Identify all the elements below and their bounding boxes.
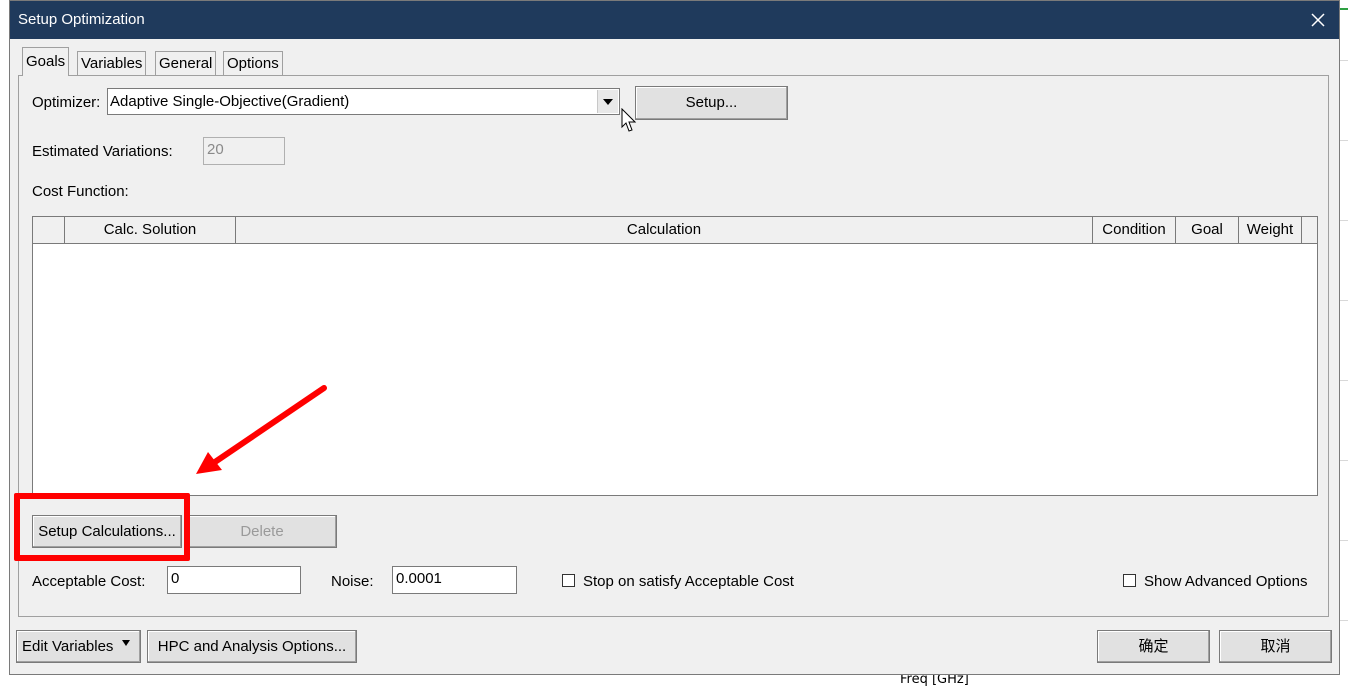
ok-button[interactable]: 确定	[1097, 630, 1210, 663]
background-gridline	[1340, 140, 1348, 141]
cost-function-table[interactable]: Calc. Solution Calculation Condition Goa…	[32, 216, 1318, 496]
acceptable-cost-label: Acceptable Cost:	[32, 573, 146, 590]
cost-function-label: Cost Function:	[32, 183, 129, 200]
estimated-variations-label: Estimated Variations:	[32, 143, 173, 160]
column-header-weight[interactable]: Weight	[1239, 217, 1302, 243]
column-header-condition[interactable]: Condition	[1093, 217, 1176, 243]
hpc-analysis-options-button[interactable]: HPC and Analysis Options...	[147, 630, 357, 663]
setup-optimization-dialog: Setup Optimization Goals Variables Gener…	[9, 0, 1340, 675]
background-gridline	[1340, 380, 1348, 381]
stop-on-satisfy-label[interactable]: Stop on satisfy Acceptable Cost	[583, 573, 794, 590]
chevron-down-icon[interactable]	[597, 90, 618, 113]
close-button[interactable]	[1303, 5, 1333, 35]
column-header-calc-solution[interactable]: Calc. Solution	[65, 217, 236, 243]
column-header-goal[interactable]: Goal	[1176, 217, 1239, 243]
close-icon	[1311, 13, 1325, 27]
estimated-variations-field: 20	[203, 137, 285, 165]
background-gridline	[1340, 620, 1348, 621]
background-gridline	[1340, 300, 1348, 301]
optimizer-label: Optimizer:	[32, 94, 101, 111]
column-header-index[interactable]	[33, 217, 65, 243]
cancel-button[interactable]: 取消	[1219, 630, 1332, 663]
background-gridline	[1340, 540, 1348, 541]
show-advanced-checkbox[interactable]	[1123, 574, 1136, 587]
show-advanced-label[interactable]: Show Advanced Options	[1144, 573, 1319, 590]
edit-variables-button[interactable]: Edit Variables	[16, 630, 141, 663]
dialog-titlebar[interactable]: Setup Optimization	[10, 1, 1339, 39]
optimizer-setup-button[interactable]: Setup...	[635, 86, 788, 120]
tab-variables[interactable]: Variables	[77, 51, 147, 75]
background-gridline	[1340, 220, 1348, 221]
table-header: Calc. Solution Calculation Condition Goa…	[33, 217, 1317, 244]
dialog-title: Setup Optimization	[18, 11, 145, 28]
noise-input[interactable]: 0.0001	[392, 566, 517, 594]
tab-goals[interactable]: Goals	[22, 47, 70, 76]
tab-general[interactable]: General	[155, 51, 217, 75]
dropdown-triangle-icon	[121, 640, 130, 647]
stop-on-satisfy-checkbox[interactable]	[562, 574, 575, 587]
acceptable-cost-input[interactable]: 0	[167, 566, 301, 594]
delete-button[interactable]: Delete	[187, 515, 337, 548]
optimizer-value: Adaptive Single-Objective(Gradient)	[110, 93, 350, 110]
column-header-calculation[interactable]: Calculation	[236, 217, 1093, 243]
noise-label: Noise:	[331, 573, 374, 590]
background-plot-trace	[1340, 8, 1348, 10]
background-gridline	[1340, 60, 1348, 61]
tab-options[interactable]: Options	[223, 51, 283, 75]
setup-calculations-button[interactable]: Setup Calculations...	[32, 515, 182, 548]
edit-variables-label: Edit Variables	[22, 638, 114, 655]
background-gridline	[1340, 460, 1348, 461]
optimizer-select[interactable]: Adaptive Single-Objective(Gradient)	[107, 88, 620, 115]
